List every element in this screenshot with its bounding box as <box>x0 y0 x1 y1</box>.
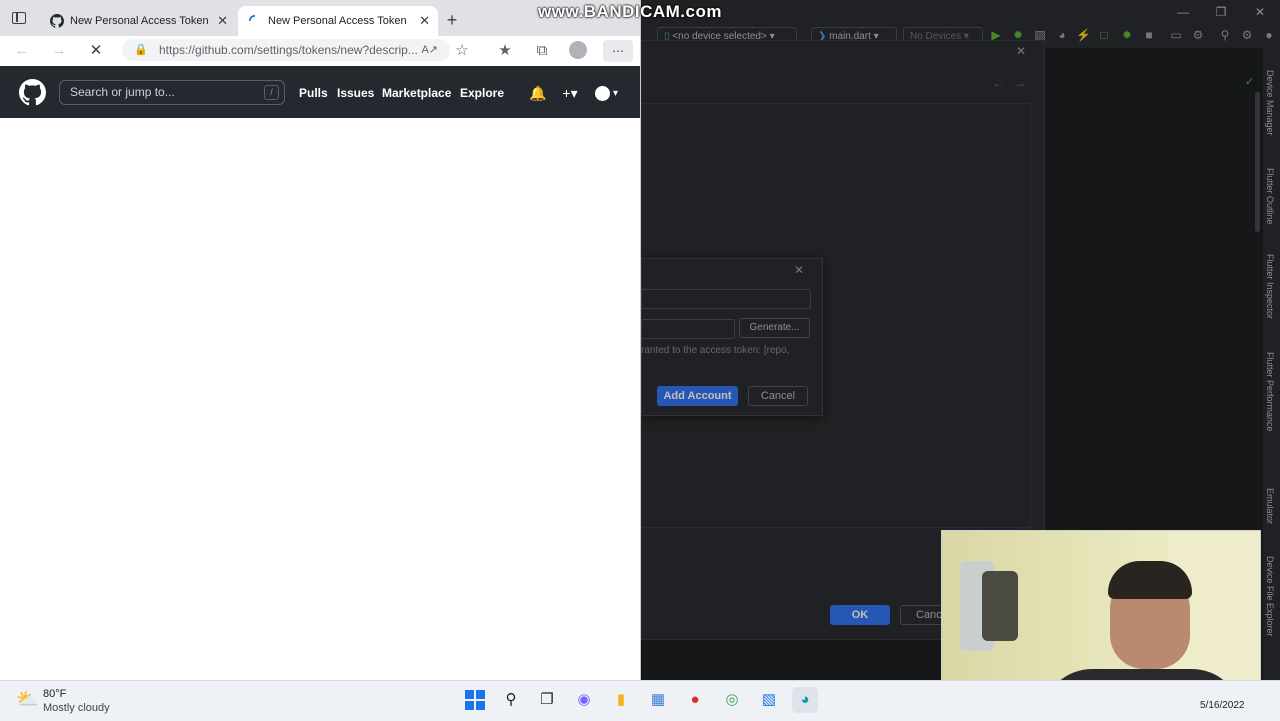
lock-icon: 🔒 <box>134 44 148 56</box>
task-view-icon[interactable]: ❐ <box>534 687 560 713</box>
browser-tab-active[interactable]: New Personal Access Token ✕ <box>238 6 438 36</box>
collections-icon[interactable]: ⧉ <box>531 40 553 62</box>
browser-tab[interactable]: New Personal Access Token ✕ <box>40 6 236 36</box>
more-options-icon[interactable]: ⋯ <box>603 40 633 62</box>
chat-icon[interactable]: ◉ <box>571 687 597 713</box>
tab-actions-icon[interactable] <box>12 12 26 24</box>
search-placeholder: Search or jump to... <box>70 85 175 99</box>
loading-spinner-icon <box>248 14 256 22</box>
tab-title: New Personal Access Token <box>70 15 209 27</box>
favorite-star-icon[interactable]: ☆ <box>451 40 473 62</box>
back-arrow-icon[interactable]: ← <box>11 40 33 62</box>
profile-avatar[interactable] <box>569 41 587 59</box>
close-tab-icon[interactable]: ✕ <box>217 6 228 36</box>
nav-explore[interactable]: Explore <box>460 85 504 101</box>
tab-title: New Personal Access Token <box>268 15 407 27</box>
word-icon[interactable]: ▧ <box>756 687 782 713</box>
address-bar[interactable]: 🔒 https://github.com/settings/tokens/new… <box>122 39 450 61</box>
new-tab-button[interactable]: + <box>444 10 460 30</box>
windows-taskbar <box>0 680 1280 721</box>
create-new-plus-icon[interactable]: +▾ <box>557 83 583 103</box>
close-tab-icon[interactable]: ✕ <box>419 6 430 36</box>
weather-icon[interactable]: ⛅ <box>16 689 38 710</box>
forward-arrow-icon[interactable]: → <box>48 40 70 62</box>
edge-icon[interactable]: ◕ <box>792 687 818 713</box>
github-icon <box>50 14 64 28</box>
search-icon[interactable]: ⚲ <box>498 687 524 713</box>
chevron-down-icon[interactable]: ▾ <box>613 86 618 101</box>
github-search-input[interactable]: Search or jump to... / <box>59 80 285 105</box>
taskbar-date[interactable]: 5/16/2022 <box>1200 700 1245 711</box>
bandicam-icon[interactable]: ● <box>682 687 708 713</box>
read-aloud-icon[interactable]: A↗ <box>421 39 438 61</box>
windows-logo-icon <box>465 690 485 710</box>
stop-loading-icon[interactable]: ✕ <box>85 40 107 62</box>
photos-icon[interactable]: ▦ <box>645 687 671 713</box>
chrome-icon[interactable]: ◎ <box>719 687 745 713</box>
weather-description[interactable]: Mostly cloudy <box>43 702 110 714</box>
start-button[interactable] <box>462 687 488 713</box>
nav-marketplace[interactable]: Marketplace <box>382 85 451 101</box>
github-logo-icon[interactable] <box>19 79 46 106</box>
search-shortcut-key: / <box>264 85 279 100</box>
url-text: https://github.com/settings/tokens/new?d… <box>159 43 418 57</box>
weather-temperature[interactable]: 80°F <box>43 688 66 700</box>
notifications-bell-icon[interactable]: 🔔 <box>529 83 547 103</box>
user-avatar[interactable] <box>595 86 610 101</box>
file-explorer-icon[interactable]: ▮ <box>608 687 634 713</box>
bandicam-watermark: www.BANDICAM.com <box>538 2 722 21</box>
nav-issues[interactable]: Issues <box>337 85 374 101</box>
favorites-icon[interactable]: ★ <box>494 40 516 62</box>
nav-pulls[interactable]: Pulls <box>299 85 328 101</box>
